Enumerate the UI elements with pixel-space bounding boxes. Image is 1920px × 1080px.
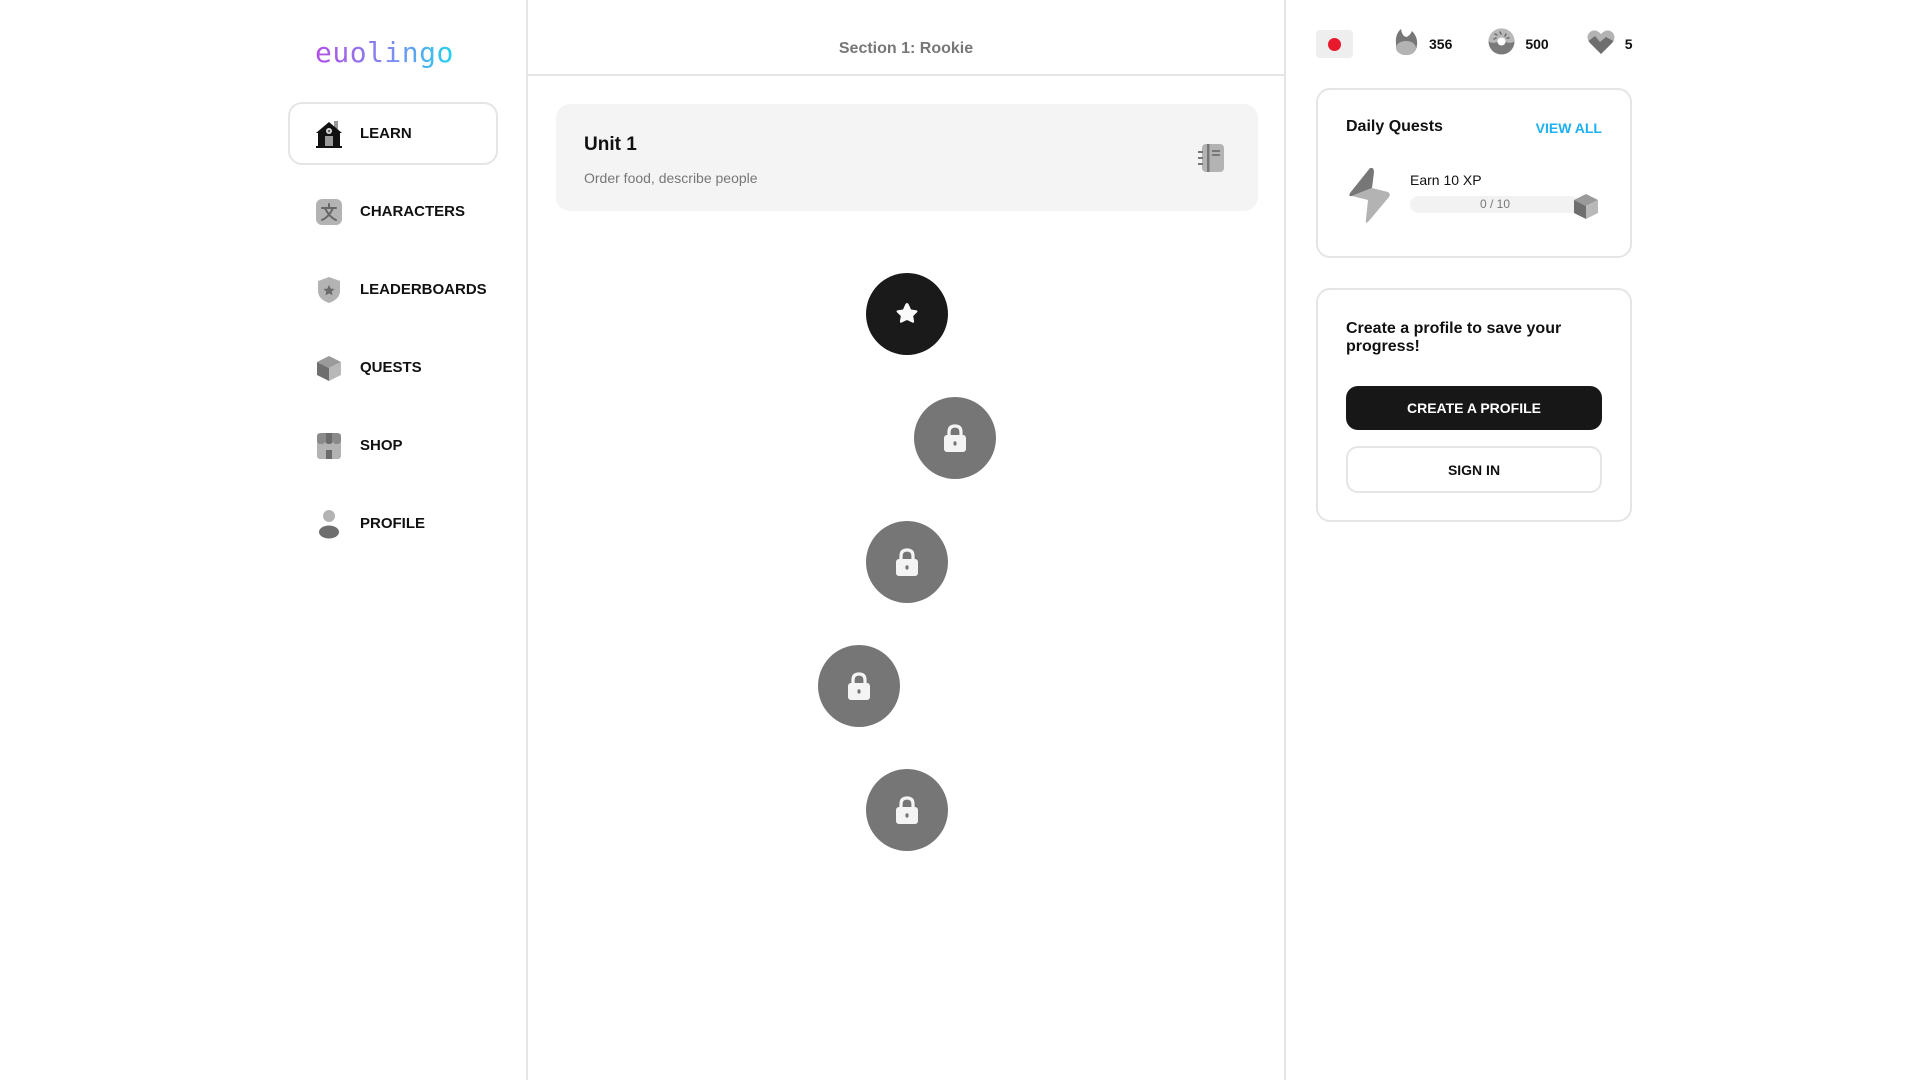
guidebook-icon	[1196, 144, 1226, 178]
quest-item: Earn 10 XP 0 / 10	[1346, 166, 1606, 226]
daily-quests-card: Daily Quests VIEW ALL Earn 10 XP 0 / 10	[1316, 88, 1632, 258]
sidebar-item-shop[interactable]: SHOP	[288, 414, 498, 477]
lesson-node-locked[interactable]	[914, 397, 996, 479]
chest-icon	[314, 353, 344, 383]
quest-label: Earn 10 XP	[1410, 172, 1482, 188]
create-profile-button[interactable]: CREATE A PROFILE	[1346, 386, 1602, 430]
sidebar-item-label: SHOP	[360, 437, 403, 454]
quest-progress-text: 0 / 10	[1479, 197, 1511, 211]
section-header: Section 1: Rookie	[528, 0, 1284, 76]
sidebar-item-label: PROFILE	[360, 515, 426, 532]
app-logo[interactable]: euolingo	[315, 36, 454, 69]
view-all-link[interactable]: VIEW ALL	[1536, 120, 1602, 136]
japan-flag-icon	[1328, 37, 1341, 51]
characters-icon	[314, 197, 344, 227]
lock-icon	[894, 547, 920, 577]
sidebar-item-label: LEADERBOARDS	[360, 281, 487, 298]
lightning-icon	[1346, 166, 1392, 229]
user-icon	[314, 509, 344, 539]
sidebar: euolingo LEARN CHARACTERS LEADERBOARDS Q…	[0, 0, 528, 1080]
shield-star-icon	[314, 275, 344, 305]
sidebar-item-leaderboards[interactable]: LEADERBOARDS	[288, 258, 498, 321]
stats-bar: 356 500 5	[1316, 28, 1633, 61]
sidebar-item-profile[interactable]: PROFILE	[288, 492, 498, 555]
unit-subtitle: Order food, describe people	[584, 170, 758, 186]
learn-main: Section 1: Rookie Unit 1 Order food, des…	[528, 0, 1286, 1080]
sidebar-item-learn[interactable]: LEARN	[288, 102, 498, 165]
lesson-node-locked[interactable]	[866, 769, 948, 851]
create-profile-prompt: Create a profile to save your progress!	[1346, 320, 1562, 355]
lesson-node-current[interactable]	[866, 273, 948, 355]
sidebar-item-label: LEARN	[360, 125, 412, 142]
heart-icon	[1587, 29, 1615, 60]
reward-chest-icon	[1572, 192, 1600, 220]
streak-stat[interactable]: 356	[1393, 28, 1452, 61]
create-profile-card: Create a profile to save your progress! …	[1316, 288, 1632, 522]
star-icon	[893, 300, 921, 328]
sidebar-item-label: QUESTS	[360, 359, 422, 376]
donut-icon	[1488, 28, 1515, 60]
language-flag-button[interactable]	[1316, 30, 1353, 58]
unit-title: Unit 1	[584, 134, 637, 155]
lock-icon	[894, 795, 920, 825]
right-panel: 356 500 5 Daily Quests VIEW ALL Earn 10 …	[1288, 0, 1920, 1080]
lesson-node-locked[interactable]	[818, 645, 900, 727]
section-title: Section 1: Rookie	[838, 40, 974, 57]
streak-count: 356	[1429, 36, 1453, 52]
unit-card: Unit 1 Order food, describe people	[556, 104, 1258, 211]
sidebar-item-characters[interactable]: CHARACTERS	[288, 180, 498, 243]
house-icon	[314, 119, 344, 149]
sidebar-item-quests[interactable]: QUESTS	[288, 336, 498, 399]
lock-icon	[942, 423, 968, 453]
sign-in-button[interactable]: SIGN IN	[1346, 446, 1602, 493]
hearts-count: 5	[1624, 36, 1633, 52]
sidebar-item-label: CHARACTERS	[360, 203, 465, 220]
fire-icon	[1393, 28, 1419, 61]
shop-icon	[314, 431, 344, 461]
sidebar-nav: LEARN CHARACTERS LEADERBOARDS QUESTS SHO…	[288, 102, 498, 570]
lesson-node-locked[interactable]	[866, 521, 948, 603]
quest-progress-bar: 0 / 10	[1410, 196, 1580, 213]
gems-stat[interactable]: 500	[1488, 28, 1549, 60]
gems-count: 500	[1525, 36, 1549, 52]
daily-quests-title: Daily Quests	[1346, 118, 1443, 135]
hearts-stat[interactable]: 5	[1587, 29, 1633, 60]
lock-icon	[846, 671, 872, 701]
guidebook-button[interactable]	[1196, 142, 1226, 174]
